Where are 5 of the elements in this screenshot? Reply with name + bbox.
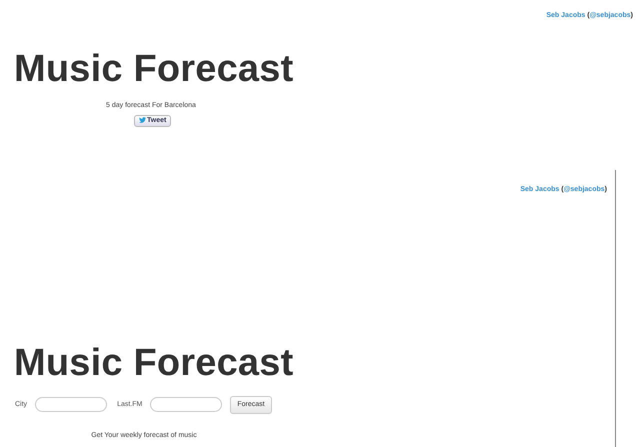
- page-title: Music Forecast: [14, 344, 294, 382]
- text-field[interactable]: [150, 397, 222, 412]
- page-title: Music Forecast: [14, 50, 294, 88]
- text-field[interactable]: [35, 397, 108, 412]
- bird-icon: [139, 117, 146, 124]
